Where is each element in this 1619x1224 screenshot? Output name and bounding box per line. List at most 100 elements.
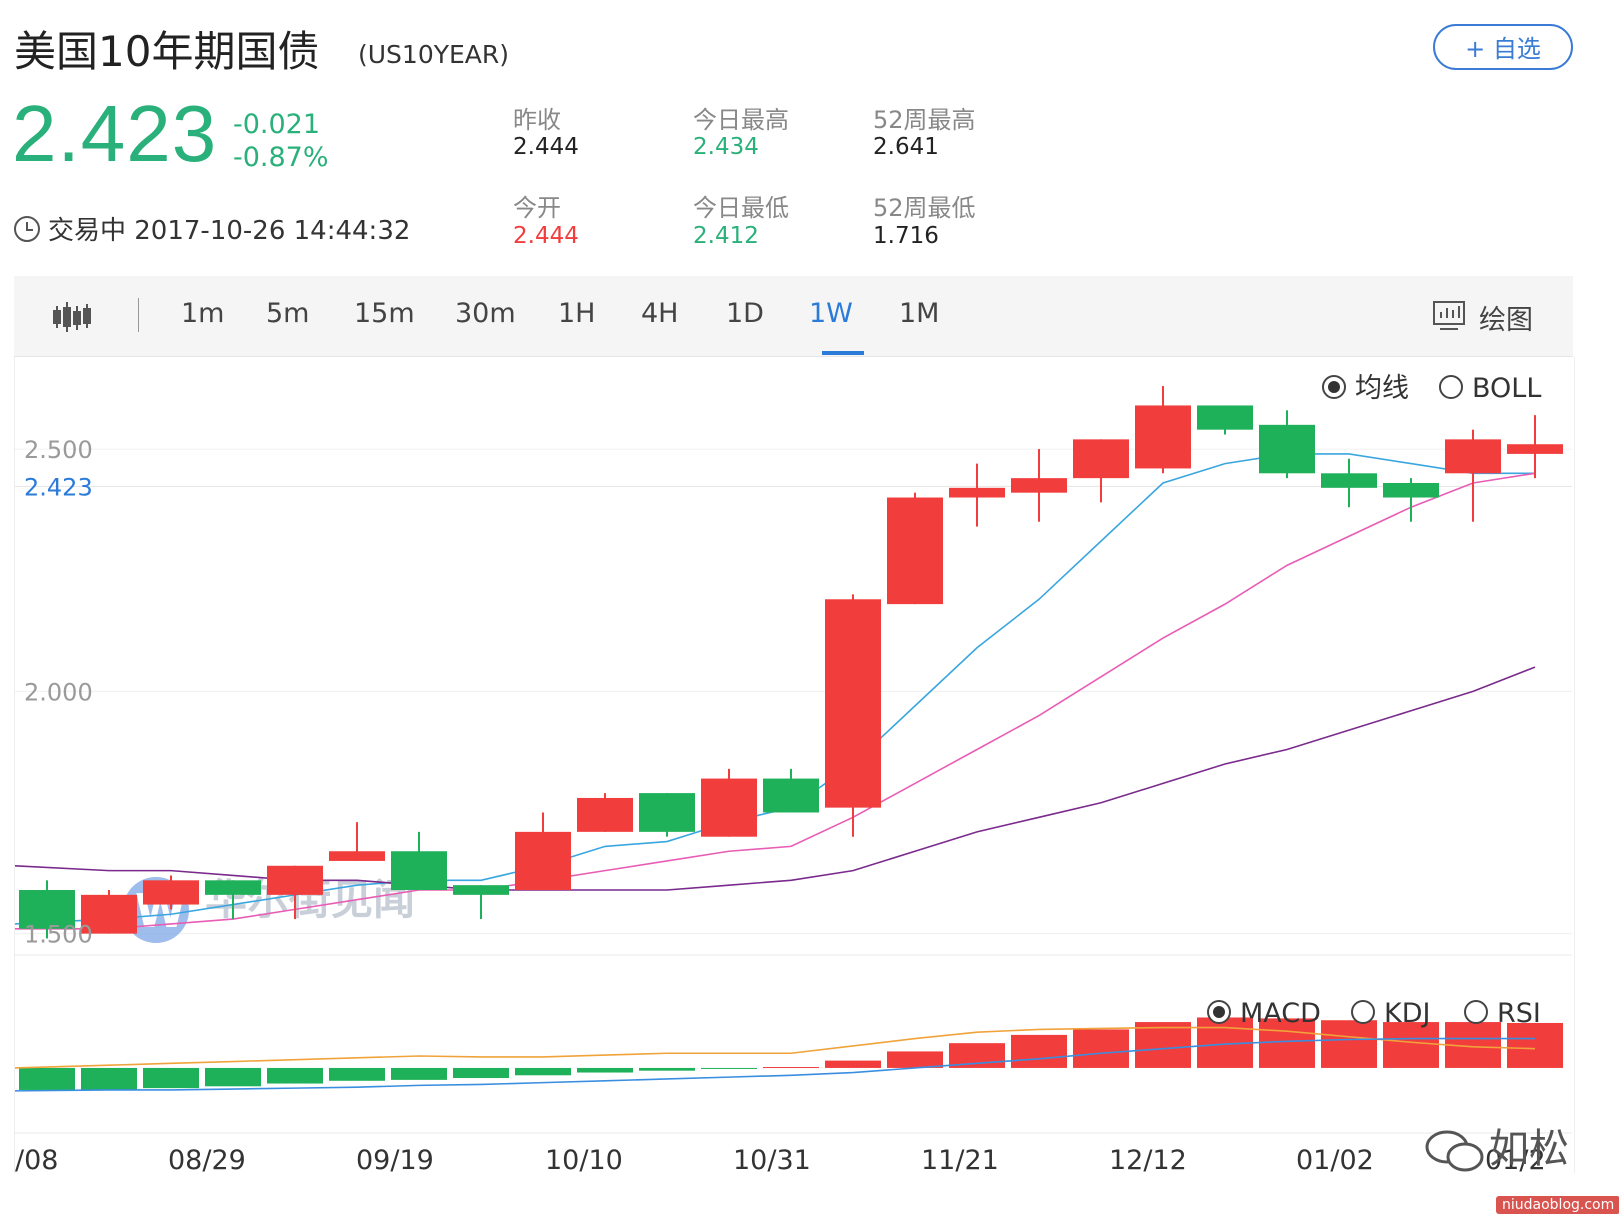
candle-body (639, 793, 695, 832)
day-high-label: 今日最高 (693, 106, 789, 134)
x-tick-label: 08/29 (168, 1145, 246, 1173)
tab-5m[interactable]: 5m (266, 298, 309, 329)
change-value: -0.021 (233, 109, 321, 140)
rsi-radio-button (1464, 1000, 1488, 1024)
open-label: 今开 (513, 194, 561, 222)
tab-15m[interactable]: 15m (354, 298, 415, 329)
candle-body (1383, 482, 1439, 498)
ma-radio[interactable]: 均线 (1322, 373, 1409, 404)
tab-1h[interactable]: 1H (558, 298, 595, 329)
macd-option-label: MACD (1240, 998, 1321, 1029)
macd-bar (1011, 1034, 1067, 1068)
active-tab-indicator (822, 351, 864, 355)
candle-body (1073, 439, 1129, 479)
candle (453, 885, 509, 920)
candle (887, 492, 943, 605)
x-tick-label: 10/10 (545, 1145, 623, 1173)
candle (1445, 429, 1501, 522)
candle-body (763, 778, 819, 813)
y-tick-label: 2.500 (24, 436, 93, 464)
macd-bar (887, 1051, 943, 1068)
tab-1w[interactable]: 1W (809, 298, 853, 329)
instrument-title: 美国10年期国债 (14, 27, 320, 76)
prev-close-label: 昨收 (513, 106, 561, 134)
candle (391, 831, 447, 891)
chart-area: 华尔街见闻 W 2.500 2.000 1.500 2.423 /08 08/29 09/… (14, 357, 1575, 1176)
day-low-label: 今日最低 (693, 194, 789, 222)
day-low-value: 2.412 (693, 223, 759, 249)
candlestick-type-icon[interactable] (52, 300, 92, 334)
status-text: 交易中 2017-10-26 14:44:32 (48, 216, 411, 246)
macd-bar (143, 1067, 199, 1089)
macd-bar (19, 1067, 75, 1090)
wk52-low-value: 1.716 (873, 223, 939, 249)
candle-body (701, 778, 757, 837)
candle (763, 768, 819, 813)
candle-body (825, 599, 881, 808)
candle-body (1135, 405, 1191, 469)
candle (701, 768, 757, 837)
macd-bar (205, 1067, 261, 1087)
x-tick-label: 12/12 (1109, 1145, 1187, 1173)
candle-body (267, 865, 323, 895)
signature-watermark: 如松 (1425, 1126, 1569, 1172)
candle (1321, 458, 1377, 508)
ma-line-pink (15, 472, 1536, 930)
kdj-radio-button (1351, 1000, 1375, 1024)
wk52-low-label: 52周最低 (873, 194, 976, 222)
clock-icon (14, 215, 40, 242)
macd-bar (825, 1060, 881, 1068)
price-change: -0.021 -0.87% (233, 108, 329, 174)
macd-bar (515, 1067, 571, 1076)
tab-30m[interactable]: 30m (455, 298, 516, 329)
boll-radio-button (1439, 375, 1463, 399)
candle (577, 793, 633, 832)
tab-1mo[interactable]: 1M (899, 298, 939, 329)
candle (1135, 386, 1191, 474)
wk52-high-label: 52周最高 (873, 106, 976, 134)
macd-bar (577, 1067, 633, 1073)
candle-body (949, 487, 1005, 498)
candle (1073, 439, 1129, 503)
x-axis-labels: /08 08/29 09/19 10/10 10/31 11/21 12/12 01/02 01… (15, 1145, 1546, 1176)
x-tick-label: 01/02 (1296, 1145, 1374, 1173)
macd-bar (81, 1067, 137, 1090)
instrument-symbol: (US10YEAR) (358, 40, 510, 69)
toolbar-divider (138, 298, 139, 332)
macd-bar (453, 1067, 509, 1079)
macd-bar (329, 1067, 385, 1081)
candle (515, 812, 571, 891)
price-chart-svg[interactable]: 华尔街见闻 W 2.5002.0001.5002.423 /08 08/29 09/… (14, 357, 1572, 1176)
candle (1011, 449, 1067, 522)
macd-bar (391, 1067, 447, 1080)
boll-radio[interactable]: BOLL (1439, 373, 1541, 404)
candle-body (453, 885, 509, 895)
macd-bar (1321, 1020, 1377, 1068)
candle-body (1259, 424, 1315, 474)
candle (825, 594, 881, 837)
candle (949, 463, 1005, 527)
draw-label[interactable]: 绘图 (1479, 298, 1533, 337)
macd-bar (1073, 1029, 1129, 1068)
candle (143, 875, 199, 910)
macd-radio-dot (1213, 1006, 1225, 1018)
drawing-tools-icon[interactable] (1432, 300, 1466, 332)
x-tick-label: 09/19 (356, 1145, 434, 1173)
ma-radio-dot (1328, 381, 1340, 393)
day-high-value: 2.434 (693, 134, 759, 160)
candle-body (577, 797, 633, 832)
add-watchlist-button[interactable]: + 自选 (1433, 24, 1573, 70)
signature-text: 如松 (1489, 1126, 1569, 1172)
change-percent: -0.87% (233, 142, 329, 173)
candle (1507, 415, 1563, 479)
tab-4h[interactable]: 4H (641, 298, 678, 329)
tab-1m[interactable]: 1m (181, 298, 224, 329)
prev-close-value: 2.444 (513, 134, 579, 160)
candle-body (1321, 473, 1377, 488)
candle-body (1445, 439, 1501, 474)
macd-bar (763, 1067, 819, 1069)
candle (1197, 405, 1253, 435)
macd-bar (1507, 1022, 1563, 1068)
candle-body (887, 497, 943, 605)
tab-1d[interactable]: 1D (726, 298, 764, 329)
